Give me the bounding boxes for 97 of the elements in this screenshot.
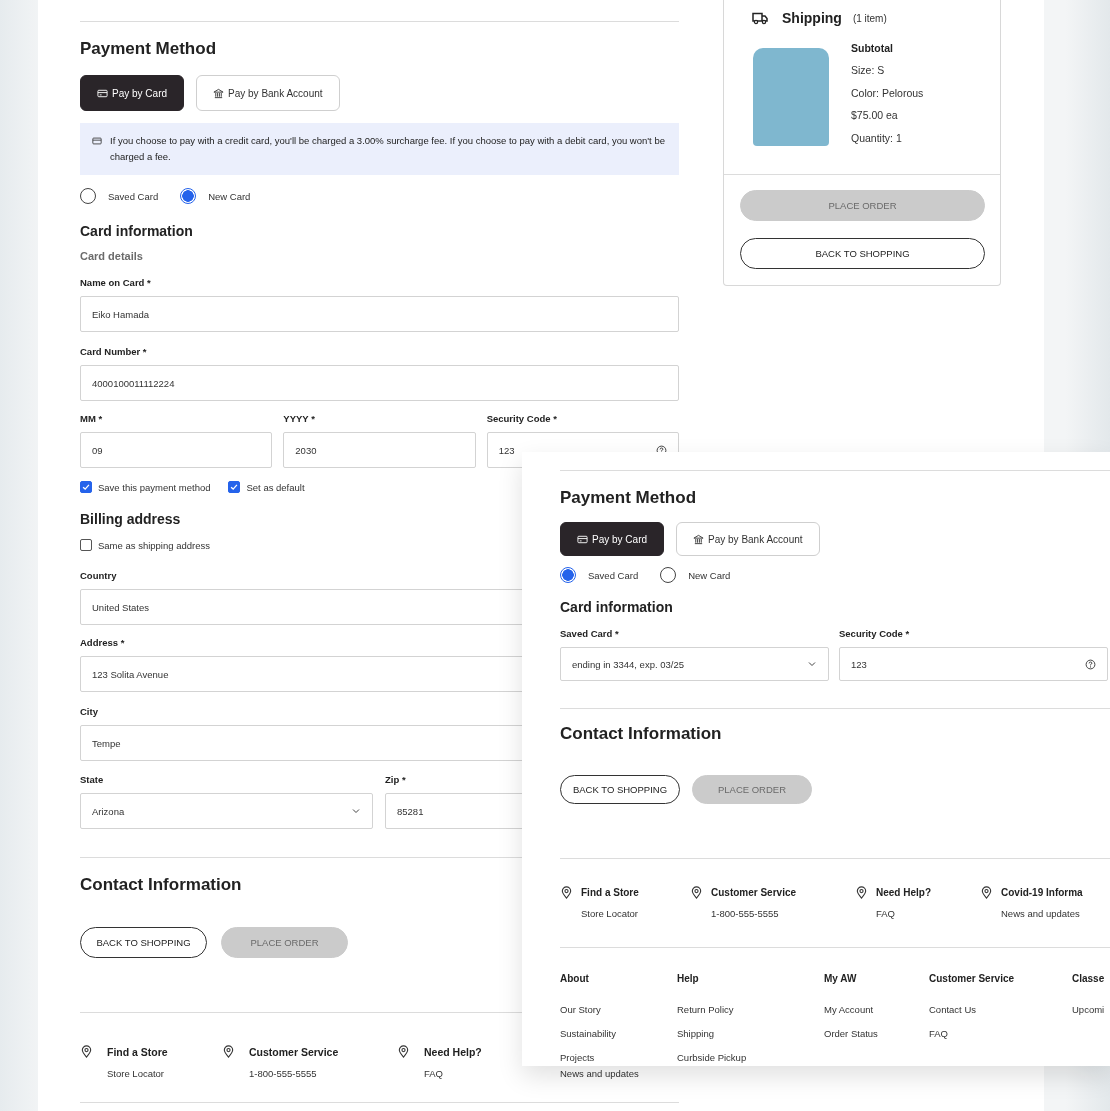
footer-link[interactable]: News and updates: [1001, 908, 1083, 920]
footer-link[interactable]: Store Locator: [107, 1068, 168, 1080]
payment-tab[interactable]: Pay by Card: [560, 522, 665, 556]
link-column-heading: Classe: [1072, 972, 1105, 986]
field-label: Security Code *: [486, 413, 557, 425]
link-column-heading: Help: [677, 972, 699, 986]
location-pin-icon: [855, 886, 868, 899]
location-pin-icon: [80, 1045, 93, 1058]
section-heading: Card information: [560, 598, 673, 616]
card-radio[interactable]: New Card: [180, 187, 251, 205]
card-radio[interactable]: Saved Card: [80, 187, 159, 205]
location-pin-icon: [397, 1045, 410, 1058]
bank-icon: [693, 533, 705, 545]
state-dropdown[interactable]: Arizona: [80, 793, 373, 829]
product-detail: $75.00 ea: [851, 109, 899, 123]
product-detail: Quantity: 1: [851, 131, 903, 145]
summary-title: Shipping: [782, 10, 842, 26]
footer-link[interactable]: Upcomi: [1072, 1004, 1105, 1016]
footer-heading: Find a Store: [107, 1045, 168, 1059]
footer-link[interactable]: Contact Us: [929, 1004, 976, 1016]
footer-link[interactable]: FAQ: [876, 908, 931, 920]
field-label: Saved Card *: [560, 628, 620, 640]
chevron-down-icon: [351, 806, 361, 816]
card-number-field[interactable]: 4000100011112224: [80, 365, 679, 401]
link-column-heading: My AW: [824, 972, 857, 986]
footer-heading: Customer Service: [711, 886, 797, 900]
field-label: Name on Card *: [80, 277, 151, 289]
checkmark-icon: [81, 482, 91, 492]
subsection-heading: Card details: [80, 250, 143, 263]
section-heading: Payment Method: [560, 488, 697, 508]
card-icon: [577, 533, 588, 545]
card-icon: [92, 136, 102, 146]
link-column-heading: About: [560, 972, 589, 986]
help-icon[interactable]: [1085, 658, 1096, 670]
footer-link[interactable]: Curbside Pickup: [677, 1052, 747, 1064]
footer-link[interactable]: Shipping: [677, 1028, 714, 1040]
footer-link[interactable]: Projects: [560, 1052, 595, 1064]
option-checkbox[interactable]: Save this payment method: [80, 480, 211, 494]
surcharge-notice: If you choose to pay with a credit card, you'll be charged a 3.00% surcharge fee. If you choose to pay with a debit card, you won't be charged a fee.: [110, 134, 665, 164]
card-radio[interactable]: New Card: [660, 566, 731, 584]
bank-icon: [213, 87, 225, 99]
location-pin-icon: [222, 1045, 235, 1058]
field-label: State: [80, 774, 104, 786]
truck-icon: [752, 11, 768, 25]
footer-link[interactable]: Sustainability: [560, 1028, 616, 1040]
payment-tab[interactable]: Pay by Bank Account: [676, 522, 820, 556]
footer-link[interactable]: Store Locator: [581, 908, 639, 920]
same-address-checkbox[interactable]: Same as shipping address: [80, 538, 210, 552]
field-label: Card Number *: [80, 346, 147, 358]
year-field[interactable]: 2030: [283, 432, 476, 468]
section-heading: Contact Information: [80, 875, 242, 895]
footer-link[interactable]: News and updates: [560, 1068, 639, 1080]
footer-link[interactable]: Order Status: [824, 1028, 884, 1040]
product-detail: Color: Pelorous: [851, 86, 924, 100]
field-label: Security Code *: [839, 628, 911, 640]
payment-tab[interactable]: Pay by Card: [80, 75, 185, 111]
field-label: City: [80, 706, 98, 718]
saved-card-dropdown[interactable]: ending in 3344, exp. 03/25: [560, 647, 829, 681]
card-radio[interactable]: Saved Card: [560, 566, 639, 584]
footer-link[interactable]: My Account: [824, 1004, 884, 1016]
back-button[interactable]: BACK TO SHOPPING: [740, 238, 985, 269]
card-icon: [97, 87, 108, 99]
section-heading: Payment Method: [80, 39, 217, 59]
month-field[interactable]: 09: [80, 432, 273, 468]
location-pin-icon: [690, 886, 703, 899]
footer-heading: Need Help?: [424, 1045, 482, 1059]
location-pin-icon: [560, 886, 573, 899]
link-column-heading: Customer Service: [929, 972, 1015, 986]
footer-link[interactable]: 1-800-555-5555: [249, 1068, 339, 1080]
security-code-field[interactable]: 123: [839, 647, 1108, 681]
item-count: (1 item): [852, 12, 887, 24]
back-button[interactable]: BACK TO SHOPPING: [560, 775, 680, 804]
section-heading: Card information: [80, 222, 193, 240]
field-label: Country: [80, 570, 117, 582]
footer-heading: Need Help?: [876, 886, 931, 900]
footer-heading: Customer Service: [249, 1045, 339, 1059]
location-pin-icon: [980, 886, 993, 899]
field-label: MM *: [80, 413, 103, 425]
footer-heading: Find a Store: [581, 886, 639, 900]
product-detail: Size: S: [851, 64, 886, 78]
footer-link[interactable]: FAQ: [929, 1028, 948, 1040]
section-heading: Billing address: [80, 510, 181, 528]
footer-link[interactable]: FAQ: [424, 1068, 482, 1080]
field-label: Address *: [80, 637, 125, 649]
field-label: YYYY *: [283, 413, 315, 425]
name-field[interactable]: Eiko Hamada: [80, 296, 679, 332]
footer-link[interactable]: 1-800-555-5555: [711, 908, 797, 920]
field-label: Zip *: [385, 774, 406, 786]
back-button[interactable]: BACK TO SHOPPING: [80, 927, 207, 958]
option-checkbox[interactable]: Set as default: [228, 480, 305, 494]
payment-tab[interactable]: Pay by Bank Account: [196, 75, 340, 111]
footer-link[interactable]: Return Policy: [677, 1004, 734, 1016]
subtotal-heading: Subtotal: [851, 42, 894, 55]
footer-link[interactable]: Our Story: [560, 1004, 601, 1016]
checkmark-icon: [229, 482, 240, 492]
footer-heading: Covid-19 Informa: [1001, 886, 1083, 900]
chevron-down-icon: [807, 659, 817, 669]
